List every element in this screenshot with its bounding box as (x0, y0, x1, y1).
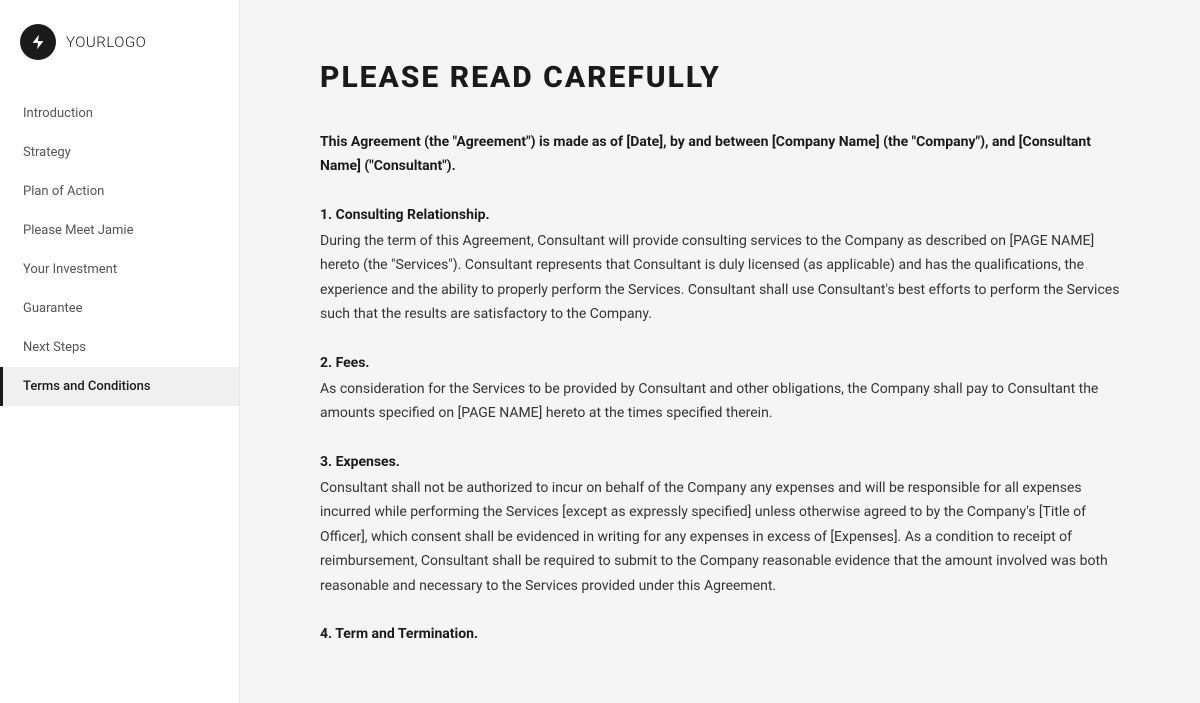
logo-area: YOURLOGO (0, 0, 239, 84)
section-body-fees: As consideration for the Services to be … (320, 377, 1120, 426)
section-expenses: 3. Expenses. Consultant shall not be auth… (320, 454, 1120, 599)
main-content: PLEASE READ CAREFULLY This Agreement (th… (240, 0, 1200, 703)
section-body-consulting-relationship: During the term of this Agreement, Consu… (320, 229, 1120, 327)
page-title: PLEASE READ CAREFULLY (320, 60, 1120, 95)
sidebar-item-terms-and-conditions[interactable]: Terms and Conditions (0, 367, 239, 406)
section-term-and-termination: 4. Term and Termination. (320, 626, 1120, 642)
intro-paragraph: This Agreement (the "Agreement") is made… (320, 131, 1120, 179)
sidebar-item-your-investment[interactable]: Your Investment (0, 250, 239, 289)
section-title-consulting-relationship: 1. Consulting Relationship. (320, 207, 1120, 223)
section-body-expenses: Consultant shall not be authorized to in… (320, 476, 1120, 599)
section-title-fees: 2. Fees. (320, 355, 1120, 371)
sidebar-item-next-steps[interactable]: Next Steps (0, 328, 239, 367)
section-fees: 2. Fees. As consideration for the Service… (320, 355, 1120, 426)
sidebar-item-guarantee[interactable]: Guarantee (0, 289, 239, 328)
logo-text: YOURLOGO (66, 33, 146, 51)
sidebar: YOURLOGO IntroductionStrategyPlan of Act… (0, 0, 240, 703)
section-title-term-and-termination: 4. Term and Termination. (320, 626, 1120, 642)
section-title-expenses: 3. Expenses. (320, 454, 1120, 470)
sidebar-item-please-meet-jamie[interactable]: Please Meet Jamie (0, 211, 239, 250)
sidebar-item-introduction[interactable]: Introduction (0, 94, 239, 133)
nav-menu: IntroductionStrategyPlan of ActionPlease… (0, 84, 239, 703)
logo-icon (20, 24, 56, 60)
section-consulting-relationship: 1. Consulting Relationship. During the te… (320, 207, 1120, 327)
sections-container: 1. Consulting Relationship. During the te… (320, 207, 1120, 643)
sidebar-item-plan-of-action[interactable]: Plan of Action (0, 172, 239, 211)
sidebar-item-strategy[interactable]: Strategy (0, 133, 239, 172)
